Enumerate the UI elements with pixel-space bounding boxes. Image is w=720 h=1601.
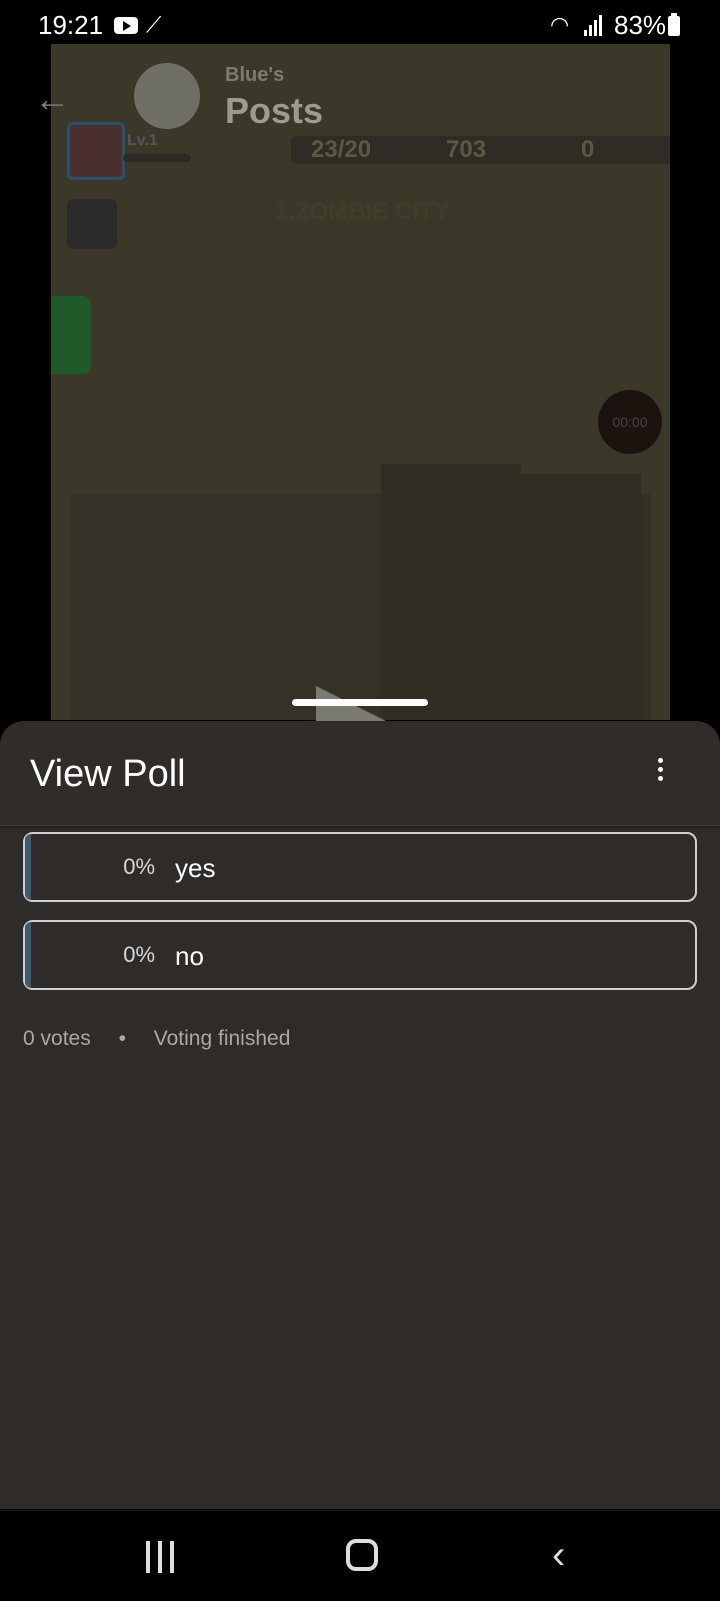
player-avatar-icon — [67, 122, 125, 180]
vote-count: 0 votes — [23, 1027, 91, 1050]
back-arrow-icon[interactable]: ← — [34, 78, 70, 120]
poll-sheet: View Poll 0% yes 0% no 0 votes • Voting … — [0, 721, 720, 1509]
more-options-icon[interactable] — [646, 751, 674, 787]
recent-apps-icon[interactable] — [146, 1541, 178, 1573]
sheet-drag-handle[interactable] — [292, 699, 428, 706]
poll-option-percent: 0% — [123, 942, 155, 967]
battery-percent: 83% — [614, 10, 667, 40]
youtube-icon — [114, 17, 138, 34]
poll-option-label: yes — [175, 853, 216, 883]
poll-status: Voting finished — [153, 1027, 291, 1050]
xp-bar — [123, 154, 191, 162]
poll-option-fill — [25, 834, 31, 900]
battery-icon — [668, 13, 680, 36]
channel-avatar — [134, 63, 200, 129]
poll-meta: 0 votes • Voting finished — [23, 1027, 290, 1051]
poll-sheet-header: View Poll — [0, 721, 720, 826]
status-time: 19:21 — [38, 10, 104, 40]
poll-title: View Poll — [30, 753, 186, 795]
gem-counter: 0 — [531, 136, 670, 164]
magic-wand-icon: ⟋ — [146, 12, 162, 37]
signal-icon — [584, 14, 606, 36]
poll-option-no[interactable]: 0% no — [23, 920, 697, 990]
home-icon[interactable] — [346, 1539, 378, 1571]
android-icon — [51, 296, 91, 374]
poll-option-fill — [25, 922, 31, 988]
player-level: Lv.1 — [127, 132, 158, 149]
system-nav-bar: ‹ — [0, 1510, 720, 1601]
channel-name: Blue's — [225, 64, 285, 86]
wifi-icon: ◠ — [550, 12, 570, 37]
coin-counter: 703 — [406, 136, 551, 164]
timer-badge: 00:00 — [598, 390, 662, 454]
meta-separator: • — [118, 1027, 126, 1050]
poll-option-label: no — [175, 941, 204, 971]
page-title: Posts — [225, 90, 324, 131]
game-video: Lv.1 23/20 703 0 1.ZOMBIE CITY 00:00 — [51, 44, 670, 720]
energy-counter: 23/20 — [291, 136, 411, 164]
back-icon[interactable]: ‹ — [552, 1535, 565, 1575]
menu-list-icon — [67, 199, 117, 249]
poll-option-percent: 0% — [123, 854, 155, 879]
poll-option-yes[interactable]: 0% yes — [23, 832, 697, 902]
zone-label: 1.ZOMBIE CITY — [275, 198, 450, 225]
